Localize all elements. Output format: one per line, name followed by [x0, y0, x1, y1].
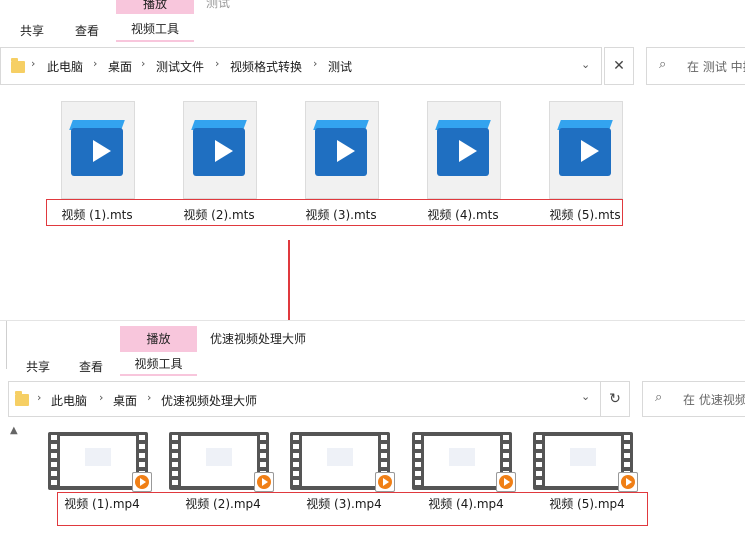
window-title-top: 测试	[206, 0, 231, 10]
tab-play-top[interactable]: 播放	[116, 0, 194, 14]
tab-share-bottom[interactable]: 共享	[26, 358, 50, 375]
video-file-icon[interactable]	[183, 101, 257, 199]
video-file-icon[interactable]	[61, 101, 135, 199]
window-title-bottom: 优速视频处理大师	[210, 332, 307, 346]
bottom-left-strip	[0, 321, 7, 369]
breadcrumb-yousu[interactable]: 优速视频处理大师	[161, 392, 257, 409]
video-file-icon[interactable]	[305, 101, 379, 199]
vlc-badge-icon	[132, 472, 152, 492]
chevron-right-icon: ›	[313, 57, 318, 70]
tab-view-top[interactable]: 查看	[75, 22, 99, 39]
tab-video-tools-top[interactable]: 视频工具	[116, 16, 194, 42]
video-file-icon[interactable]	[427, 101, 501, 199]
folder-icon	[11, 58, 25, 73]
breadcrumb-this-pc[interactable]: 此电脑	[47, 58, 83, 75]
vlc-badge-icon	[496, 472, 516, 492]
chevron-down-icon[interactable]: ⌄	[581, 390, 590, 403]
search-placeholder-bottom: 在 优速视频	[683, 393, 745, 407]
tab-video-tools-bottom[interactable]: 视频工具	[120, 352, 197, 376]
tab-share-top[interactable]: 共享	[20, 22, 44, 39]
chevron-right-icon: ›	[147, 391, 152, 404]
chevron-right-icon: ›	[93, 57, 98, 70]
chevron-right-icon: ›	[99, 391, 104, 404]
breadcrumb-desktop[interactable]: 桌面	[108, 58, 132, 75]
vlc-badge-icon	[375, 472, 395, 492]
search-icon: ⌕	[655, 390, 663, 405]
highlight-box-bottom	[57, 492, 648, 526]
address-bar-top[interactable]: › 此电脑 › 桌面 › 测试文件 › 视频格式转换 › 测试 ⌄	[0, 47, 602, 85]
vlc-badge-icon	[618, 472, 638, 492]
search-input-top[interactable]: ⌕ 在 测试 中搜	[646, 47, 745, 85]
clear-address-button[interactable]: ✕	[604, 47, 634, 85]
top-ribbon: 播放 测试 共享 查看 视频工具	[0, 0, 745, 44]
search-placeholder-top: 在 测试 中搜	[687, 60, 745, 74]
scroll-up-arrow-icon[interactable]: ▲	[10, 425, 18, 436]
chevron-right-icon: ›	[31, 57, 36, 70]
tab-view-bottom[interactable]: 查看	[79, 358, 103, 375]
chevron-right-icon: ›	[215, 57, 220, 70]
refresh-button[interactable]: ↻	[600, 381, 630, 417]
breadcrumb-video-convert[interactable]: 视频格式转换	[230, 58, 302, 75]
search-icon: ⌕	[659, 57, 667, 72]
chevron-down-icon[interactable]: ⌄	[581, 58, 590, 71]
chevron-right-icon: ›	[141, 57, 146, 70]
folder-icon	[15, 391, 29, 406]
breadcrumb-test[interactable]: 测试	[328, 58, 352, 75]
search-input-bottom[interactable]: ⌕ 在 优速视频	[642, 381, 745, 417]
breadcrumb-test-files[interactable]: 测试文件	[156, 58, 204, 75]
breadcrumb-desktop[interactable]: 桌面	[113, 392, 137, 409]
address-bar-bottom[interactable]: › 此电脑 › 桌面 › 优速视频处理大师 ⌄	[8, 381, 602, 417]
highlight-box-top	[46, 199, 623, 226]
vlc-badge-icon	[254, 472, 274, 492]
breadcrumb-this-pc[interactable]: 此电脑	[51, 392, 87, 409]
video-file-icon[interactable]	[549, 101, 623, 199]
chevron-right-icon: ›	[37, 391, 42, 404]
tab-play-bottom[interactable]: 播放	[120, 326, 197, 352]
